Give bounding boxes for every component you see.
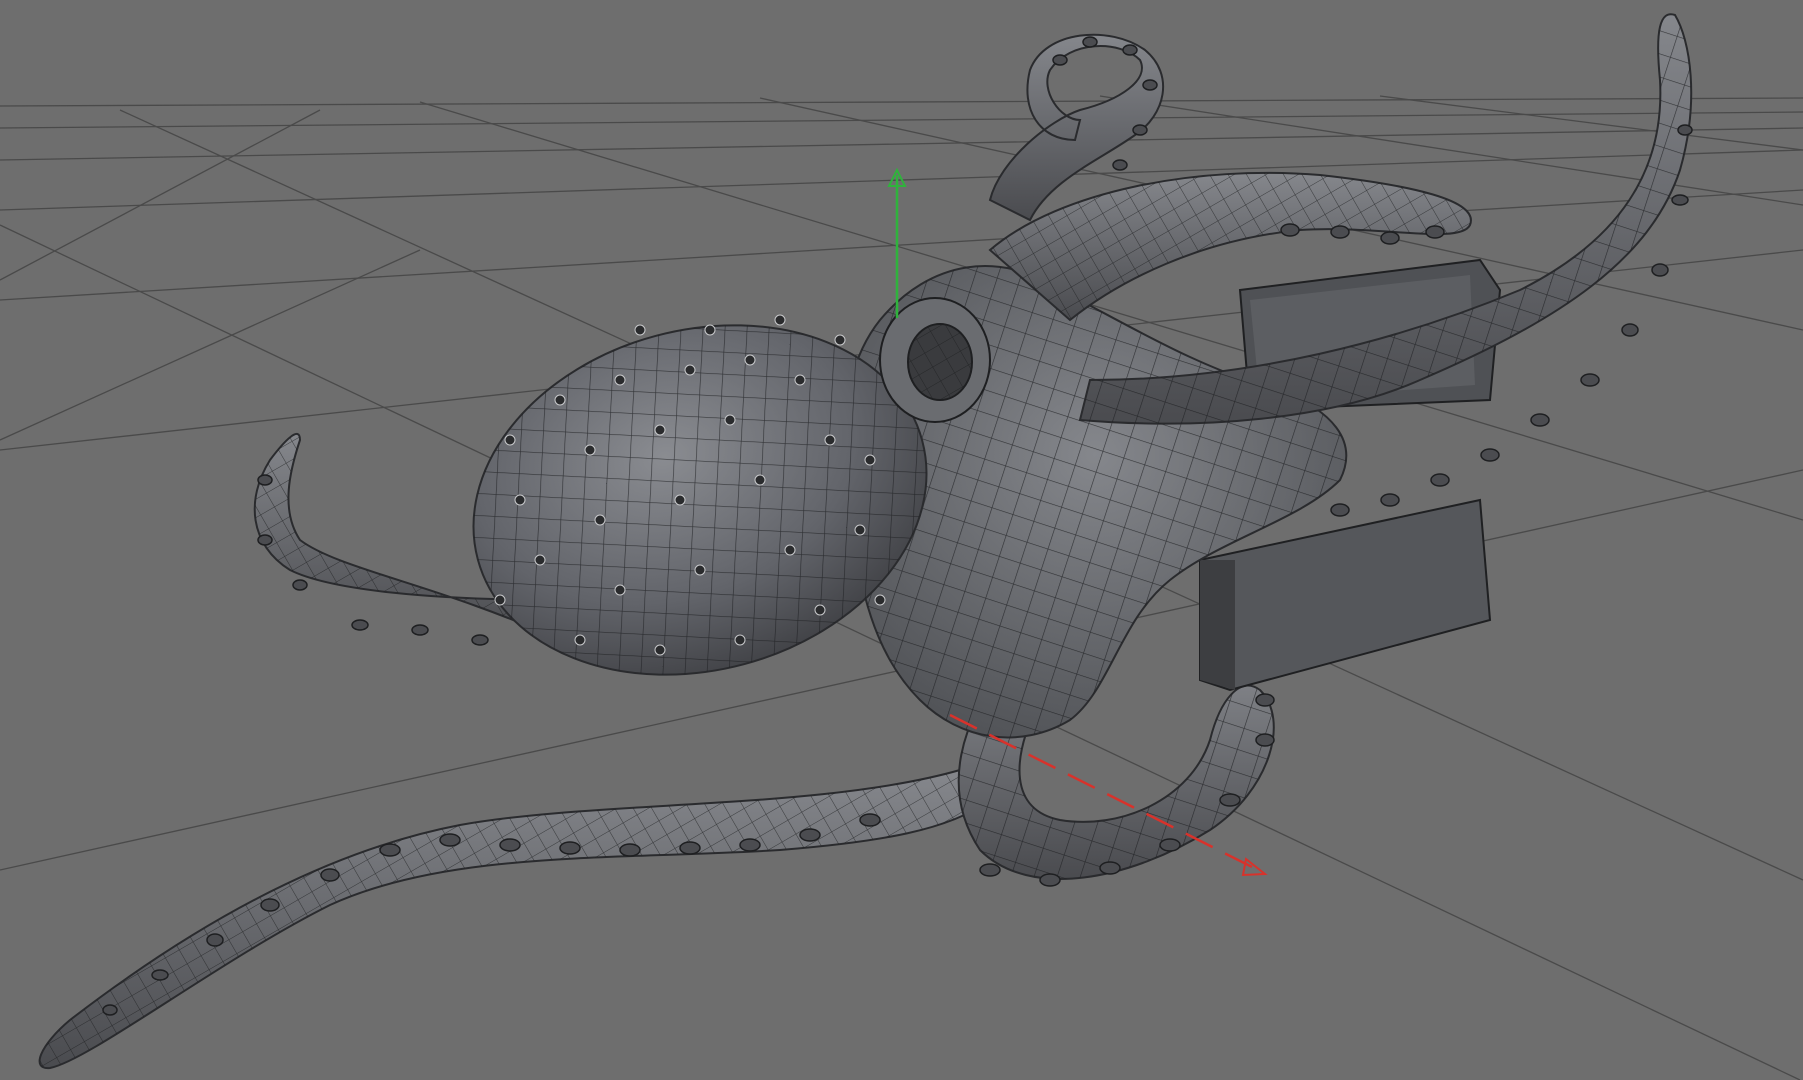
x-axis-arrow-icon	[1241, 857, 1268, 877]
3d-viewport[interactable]	[0, 0, 1803, 1080]
octopus-model[interactable]	[38, 13, 1693, 1070]
